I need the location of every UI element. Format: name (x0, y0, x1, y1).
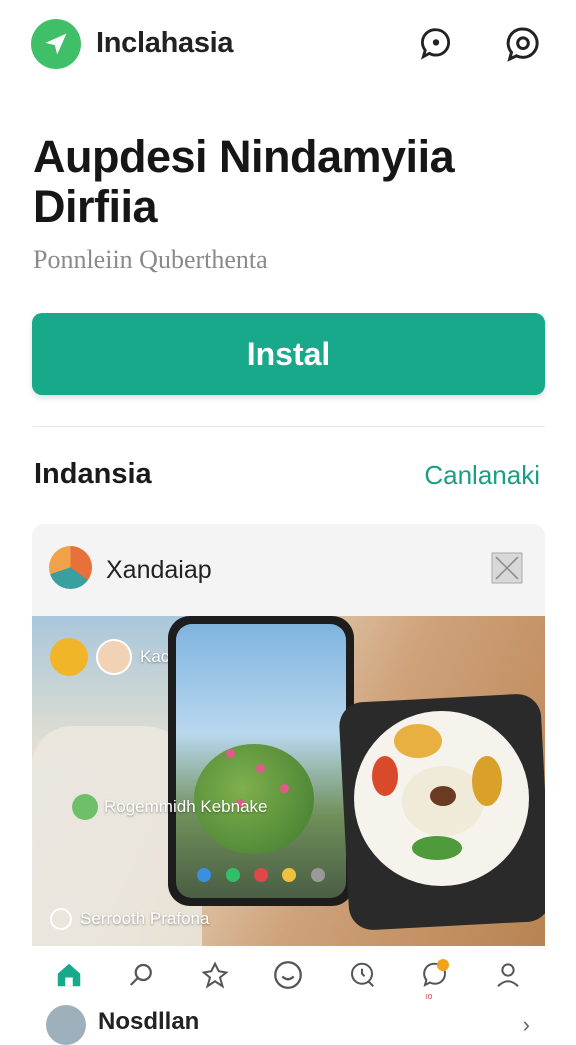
chevron-right-icon[interactable]: › (523, 1012, 530, 1038)
nav-chat[interactable] (268, 955, 308, 995)
profile-alt-icon (201, 961, 229, 989)
notification-badge-label: ıo (425, 991, 433, 1001)
phone-mockup-left (168, 616, 354, 906)
bottom-nav: ıo (32, 946, 545, 1004)
nav-profile-alt[interactable] (195, 955, 235, 995)
close-icon[interactable] (491, 552, 523, 584)
badge-icon (50, 638, 88, 676)
notification-badge (437, 959, 450, 971)
app-title: Inclahasia (96, 27, 234, 59)
list-item-title[interactable]: Nosdllan (98, 1008, 199, 1036)
chat-bubble-icon (420, 28, 451, 60)
search-icon (506, 27, 539, 62)
nav-notifications[interactable]: ıo (415, 955, 455, 1001)
chat-button[interactable] (414, 22, 458, 66)
app-logo[interactable] (31, 19, 81, 69)
chat-icon (274, 961, 303, 989)
install-button[interactable]: Instal (32, 313, 545, 395)
page-subtitle: Ponnleiin Quberthenta (33, 245, 268, 274)
location-icon (72, 794, 98, 820)
pin-icon (50, 908, 72, 930)
nav-clock-search[interactable] (342, 955, 382, 995)
section-title: Indansia (34, 458, 152, 490)
search-icon (129, 963, 152, 986)
card-media-image[interactable]: Kact Rogemmidh Kebnake Serrooth Prafona (32, 616, 545, 946)
overlay-footer-label: Serrooth Prafona (80, 909, 210, 928)
app-header: Inclahasia (0, 0, 576, 90)
phone-dock (190, 862, 332, 888)
nav-user[interactable] (488, 955, 528, 995)
avatar (96, 639, 132, 675)
nav-search[interactable] (122, 955, 162, 995)
navigation-arrow-icon (45, 33, 67, 55)
card-header: Xandaiap (32, 524, 545, 616)
user-icon (497, 963, 520, 987)
clock-search-icon (350, 962, 374, 987)
overlay-location-chip[interactable]: Rogemmidh Kebnake (72, 794, 267, 820)
divider (33, 426, 545, 427)
page-headline: Aupdesi Nindamyiia Dirfiia (33, 131, 455, 232)
overlay-footer-chip[interactable]: Serrooth Prafona (50, 908, 209, 930)
search-button[interactable] (501, 22, 545, 66)
app-preview-card[interactable]: Xandaiap Kact Rogemmidh Kebnake Serrooth… (32, 524, 545, 1004)
section-link[interactable]: Canlanaki (424, 460, 540, 491)
home-icon (57, 963, 80, 987)
nav-home[interactable] (49, 955, 89, 995)
card-title: Xandaiap (106, 556, 212, 584)
overlay-user-chip[interactable]: Kact (50, 638, 174, 676)
overlay-location-label: Rogemmidh Kebnake (104, 797, 268, 816)
card-app-icon (49, 546, 92, 589)
avatar[interactable] (46, 1005, 86, 1045)
